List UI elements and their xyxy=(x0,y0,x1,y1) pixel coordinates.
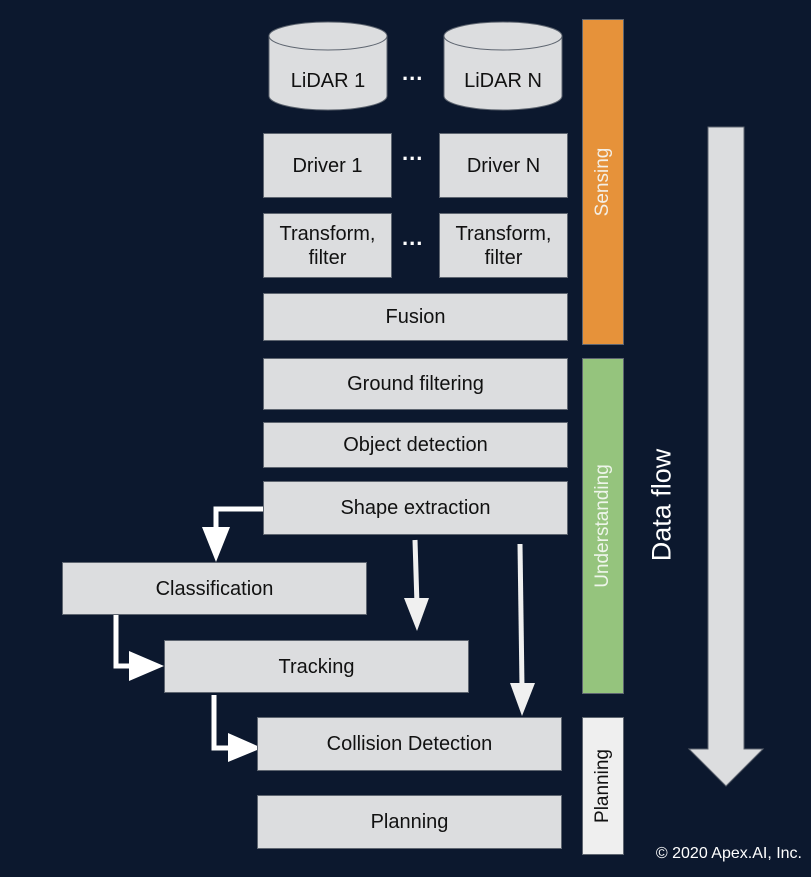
driver-n-label: Driver N xyxy=(466,154,541,177)
transform-n-box: Transform, filter xyxy=(439,213,568,278)
lidar-n-sensor: LiDAR N xyxy=(443,20,563,112)
lidar-1-sensor: LiDAR 1 xyxy=(268,20,388,112)
transform-n-line2: filter xyxy=(484,246,523,269)
phase-understanding: Understanding xyxy=(582,358,624,694)
ground-filtering-label: Ground filtering xyxy=(347,373,484,395)
driver-n-box: Driver N xyxy=(439,133,568,198)
phase-sensing-label: Sensing xyxy=(592,147,613,217)
planning-label: Planning xyxy=(370,811,449,833)
phase-planning-label: Planning xyxy=(592,749,613,823)
planning-box: Planning xyxy=(257,795,562,849)
arrow-shape-to-collision xyxy=(517,543,525,688)
tracking-label: Tracking xyxy=(278,655,355,678)
transform-1-line2: filter xyxy=(308,246,347,269)
arrow-head-classification xyxy=(202,527,230,562)
arrow-head-collision xyxy=(510,683,535,716)
phase-sensing: Sensing xyxy=(582,19,624,345)
transform-n-line1: Transform, xyxy=(455,222,552,245)
driver-ellipsis: ... xyxy=(402,140,424,165)
copyright-notice: © 2020 Apex.AI, Inc. xyxy=(655,845,802,862)
lidar-1-label: LiDAR 1 xyxy=(290,70,366,92)
phase-planning: Planning xyxy=(582,717,624,855)
sensor-ellipsis: ... xyxy=(402,60,424,85)
transform-ellipsis: ... xyxy=(402,225,424,250)
collision-detection-box: Collision Detection xyxy=(257,717,562,771)
phase-understanding-label: Understanding xyxy=(592,464,613,588)
transform-1-line1: Transform, xyxy=(279,222,376,245)
collision-detection-label: Collision Detection xyxy=(326,733,493,755)
shape-extraction-box: Shape extraction xyxy=(263,481,568,535)
arrow-head-tracking-side xyxy=(129,651,164,681)
fusion-label: Fusion xyxy=(385,306,446,328)
cylinder-icon xyxy=(443,21,563,111)
classification-label: Classification xyxy=(155,577,274,600)
driver-1-box: Driver 1 xyxy=(263,133,392,198)
object-detection-label: Object detection xyxy=(343,434,488,456)
shape-extraction-label: Shape extraction xyxy=(340,497,491,519)
classification-box: Classification xyxy=(62,562,367,615)
cylinder-icon xyxy=(268,21,388,111)
ground-filtering-box: Ground filtering xyxy=(263,358,568,410)
fusion-box: Fusion xyxy=(263,293,568,341)
object-detection-box: Object detection xyxy=(263,422,568,468)
arrow-head-tracking xyxy=(404,598,429,631)
data-flow-label: Data flow xyxy=(646,448,677,562)
lidar-n-label: LiDAR N xyxy=(464,70,542,92)
tracking-box: Tracking xyxy=(164,640,469,693)
data-flow-arrow xyxy=(687,126,765,787)
arrow-shape-to-tracking xyxy=(412,539,420,606)
transform-1-box: Transform, filter xyxy=(263,213,392,278)
driver-1-label: Driver 1 xyxy=(292,154,363,177)
